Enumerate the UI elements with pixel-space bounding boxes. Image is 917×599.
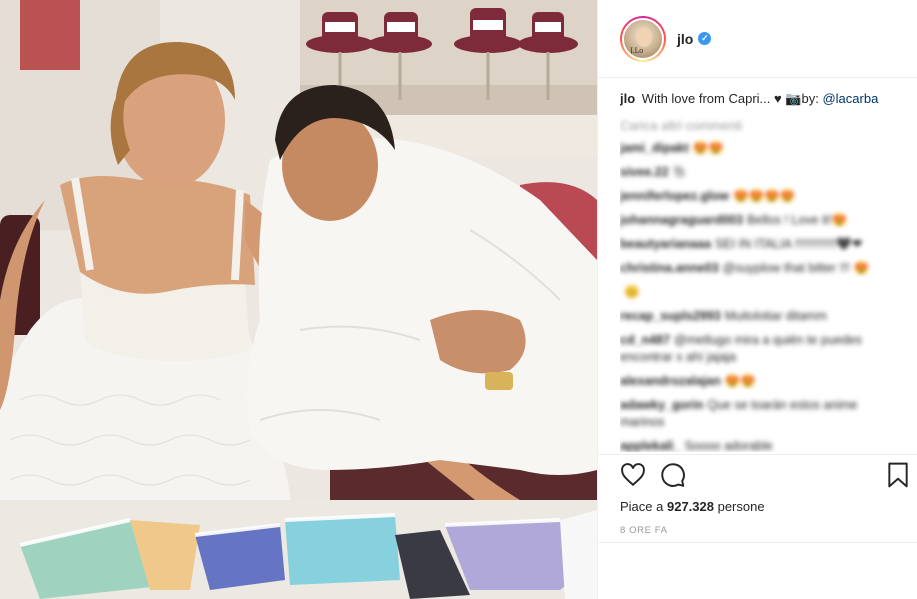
caption-mention[interactable]: @lacarba	[822, 91, 878, 106]
comment-username[interactable]: johannagraguard003	[620, 213, 743, 227]
comment-text: SEI IN ITALIA !!!!!!!!!!!!🖤❤	[715, 237, 863, 251]
comment-bubble-icon[interactable]	[660, 462, 688, 490]
comment-item: 😊	[620, 284, 896, 301]
comment-item: adawky_gorin Que se toarán estos anime ma…	[620, 397, 896, 431]
comment-text: Bellos ! Love it!😍	[746, 213, 848, 227]
avatar-label: J.Lo	[630, 46, 644, 55]
caption-text: With love from Capri... ♥ 📷by:	[641, 91, 823, 106]
comment-text: Soooo adorable	[684, 439, 773, 452]
likes-number: 927.328	[666, 499, 714, 514]
comment-username[interactable]: jenniferlopez.glow	[620, 189, 729, 203]
comment-text: 🐘	[672, 165, 689, 179]
comment-item: sivee.22 🐘	[620, 164, 896, 181]
comment-username[interactable]: beautyarianaaa	[620, 237, 711, 251]
load-more-comments-link[interactable]: Carica altri commenti	[620, 118, 896, 133]
comment-username[interactable]: recap_supls2993	[620, 309, 721, 323]
action-bar	[620, 462, 915, 492]
caption-username[interactable]: jlo	[620, 91, 635, 106]
post-photo[interactable]	[0, 0, 597, 599]
profile-username[interactable]: jlo	[677, 31, 693, 47]
comment-text: 😍😍	[724, 374, 756, 388]
post-header: J.Lo jlo ✓	[598, 0, 917, 78]
comment-item: jenniferlopez.glow 😍😍😍😍	[620, 188, 896, 205]
bookmark-icon[interactable]	[886, 462, 914, 490]
post-timestamp: 8 ORE FA	[620, 525, 668, 536]
comment-text: 😊	[624, 285, 640, 299]
comment-text: 😍😍😍😍	[733, 189, 796, 203]
comment-item: cd_n487 @metlugo mira a quién te puedes e…	[620, 332, 896, 366]
heart-icon[interactable]	[620, 462, 648, 490]
divider	[598, 542, 917, 543]
photo-illustration	[0, 0, 597, 599]
verified-badge-icon: ✓	[698, 32, 712, 45]
comment-text: 😍😍	[692, 141, 724, 155]
likes-suffix: persone	[713, 499, 765, 514]
comment-username[interactable]: cd_n487	[620, 333, 670, 347]
likes-count[interactable]: Piace a 927.328 persone	[620, 499, 765, 514]
likes-prefix: Piace a	[620, 499, 667, 514]
comment-item: christina.anne03 @suyplow that bitter !!!…	[620, 260, 896, 277]
divider	[598, 454, 917, 455]
comment-username[interactable]: christina.anne03	[620, 261, 719, 275]
comment-item: jami_dipakt 😍😍	[620, 140, 896, 157]
comment-text: @suyplow that bitter !!! 😍	[722, 261, 870, 275]
comment-username[interactable]: jami_dipakt	[620, 141, 689, 155]
comment-username[interactable]: sivee.22	[620, 165, 669, 179]
comment-item: alexandrozalajan 😍😍	[620, 373, 896, 390]
comment-username[interactable]: applekali_	[620, 439, 680, 452]
comment-username[interactable]: adawky_gorin	[620, 398, 703, 412]
profile-avatar[interactable]: J.Lo	[620, 15, 666, 62]
comment-username[interactable]: alexandrozalajan	[620, 374, 721, 388]
comments-list[interactable]: jlo With love from Capri... ♥ 📷by: @laca…	[620, 90, 896, 452]
comment-item: applekali_ Soooo adorable	[620, 438, 896, 452]
comment-text: Muitolotiar ditamm	[724, 309, 827, 323]
comment-item: johannagraguard003 Bellos ! Love it!😍	[620, 212, 896, 229]
comment-item: recap_supls2993 Muitolotiar ditamm	[620, 308, 896, 325]
comment-item: beautyarianaaa SEI IN ITALIA !!!!!!!!!!!!…	[620, 236, 896, 253]
post-caption: jlo With love from Capri... ♥ 📷by: @laca…	[620, 90, 896, 108]
comment-container: jami_dipakt 😍😍 sivee.22 🐘 jenniferlopez.glow…	[620, 140, 896, 452]
post-side-panel: J.Lo jlo ✓ jlo With love from Capri... ♥…	[597, 0, 917, 599]
